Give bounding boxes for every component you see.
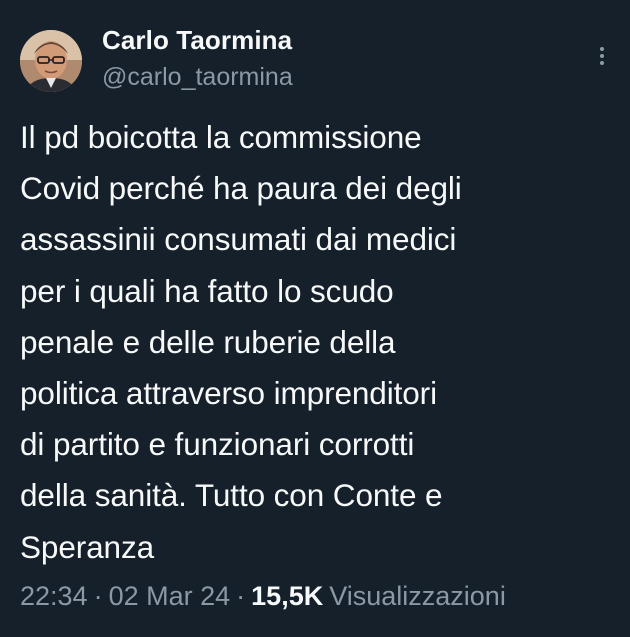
meta-separator: ·	[236, 581, 246, 611]
avatar[interactable]	[20, 30, 82, 92]
user-handle[interactable]: @carlo_taormina	[102, 60, 293, 94]
views-label: Visualizzazioni	[329, 581, 506, 611]
tweet-date[interactable]: 02 Mar 24	[109, 581, 231, 611]
tweet-meta: 22:34 · 02 Mar 24 · 15,5K Visualizzazioni	[20, 578, 506, 614]
tweet-text: Il pd boicotta la commissione Covid perc…	[20, 119, 462, 565]
more-options-button[interactable]	[586, 40, 618, 72]
dot	[600, 61, 604, 65]
views-count: 15,5K	[251, 581, 324, 611]
display-name[interactable]: Carlo Taormina	[102, 24, 293, 56]
author-info: Carlo Taormina @carlo_taormina	[102, 24, 293, 94]
dot	[600, 54, 604, 58]
meta-separator: ·	[93, 581, 103, 611]
tweet-card: Carlo Taormina @carlo_taormina Il pd boi…	[0, 0, 630, 637]
more-vertical-icon	[600, 47, 604, 65]
avatar-image	[20, 30, 82, 92]
dot	[600, 47, 604, 51]
tweet-time[interactable]: 22:34	[20, 581, 88, 611]
